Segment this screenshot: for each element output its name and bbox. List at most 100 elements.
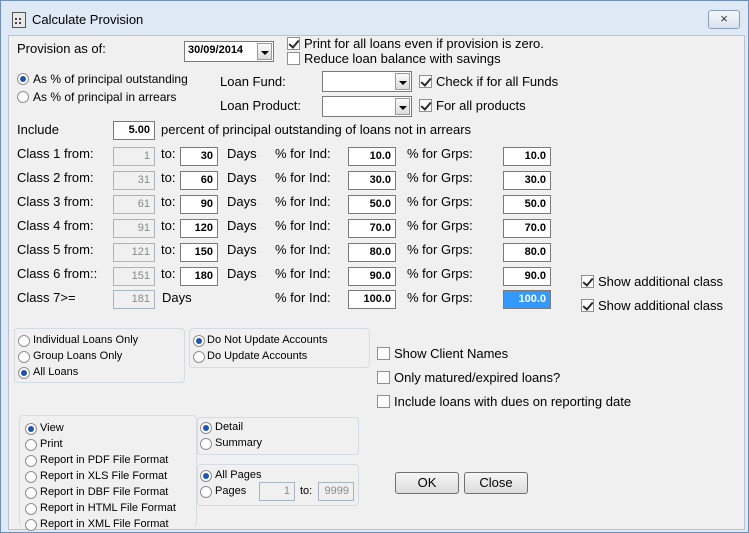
loan-product-combo[interactable]	[322, 96, 412, 117]
chevron-down-icon[interactable]	[395, 98, 410, 115]
close-icon[interactable]: ×	[708, 10, 740, 29]
class-grp-label: % for Grps:	[407, 170, 473, 185]
show-additional-class-1-checkbox[interactable]	[581, 275, 594, 288]
class-grp-input[interactable]: 50.0	[503, 195, 551, 214]
output-html-radio[interactable]	[25, 503, 37, 515]
class-ind-input[interactable]: 50.0	[348, 195, 396, 214]
basis-arrears-radio[interactable]	[17, 91, 29, 103]
class-grp-label: % for Grps:	[407, 242, 473, 257]
class-7-grp-input[interactable]: 100.0	[503, 290, 551, 309]
class-from-input[interactable]: 121	[113, 243, 155, 262]
no-update-accounts-radio[interactable]	[193, 335, 205, 347]
class-to-input[interactable]: 150	[180, 243, 218, 262]
all-loans-radio[interactable]	[18, 367, 30, 379]
summary-radio[interactable]	[200, 438, 212, 450]
class-from-input[interactable]: 1	[113, 147, 155, 166]
output-pdf-label: Report in PDF File Format	[40, 454, 169, 466]
class-7-from-input[interactable]: 181	[113, 290, 155, 309]
class-days-label: Days	[227, 146, 257, 161]
reduce-savings-label: Reduce loan balance with savings	[304, 51, 501, 66]
detail-radio[interactable]	[200, 422, 212, 434]
all-funds-checkbox[interactable]	[419, 75, 432, 88]
class-grp-label: % for Grps:	[407, 218, 473, 233]
include-suffix-label: percent of principal outstanding of loan…	[161, 122, 472, 137]
client-names-label: Show Client Names	[394, 346, 509, 361]
output-dbf-radio[interactable]	[25, 487, 37, 499]
class-ind-input[interactable]: 90.0	[348, 267, 396, 286]
class-from-input[interactable]: 61	[113, 195, 155, 214]
no-update-accounts-label: Do Not Update Accounts	[207, 334, 328, 346]
class-ind-label: % for Ind:	[275, 146, 331, 161]
class-to-input[interactable]: 90	[180, 195, 218, 214]
print-all-checkbox[interactable]	[287, 37, 300, 50]
client-names-checkbox[interactable]	[377, 347, 390, 360]
ok-button[interactable]: OK	[395, 472, 459, 494]
all-products-label: For all products	[436, 98, 526, 113]
output-print-label: Print	[40, 438, 63, 450]
class-grp-input[interactable]: 30.0	[503, 171, 551, 190]
class-row-label: Class 1 from:	[17, 146, 94, 161]
update-accounts-radio[interactable]	[193, 351, 205, 363]
loan-fund-combo[interactable]	[322, 71, 412, 92]
class-ind-label: % for Ind:	[275, 170, 331, 185]
class-ind-input[interactable]: 10.0	[348, 147, 396, 166]
class-grp-input[interactable]: 90.0	[503, 267, 551, 286]
matured-checkbox[interactable]	[377, 371, 390, 384]
class-row-label: Class 6 from::	[17, 266, 98, 281]
class-to-input[interactable]: 60	[180, 171, 218, 190]
class-to-label: to:	[161, 242, 176, 257]
class-to-label: to:	[161, 218, 176, 233]
show-additional-class-2-checkbox[interactable]	[581, 299, 594, 312]
chevron-down-icon[interactable]	[257, 43, 272, 60]
page-from-input[interactable]: 1	[259, 482, 295, 501]
class-from-input[interactable]: 151	[113, 267, 155, 286]
output-xls-radio[interactable]	[25, 471, 37, 483]
reduce-savings-checkbox[interactable]	[287, 52, 300, 65]
basis-outstanding-label: As % of principal outstanding	[33, 72, 188, 86]
individual-loans-label: Individual Loans Only	[33, 334, 139, 346]
class-from-input[interactable]: 91	[113, 219, 155, 238]
class-ind-input[interactable]: 70.0	[348, 219, 396, 238]
all-pages-radio[interactable]	[200, 470, 212, 482]
loan-fund-label: Loan Fund:	[220, 74, 286, 89]
dues-checkbox[interactable]	[377, 395, 390, 408]
output-xml-radio[interactable]	[25, 519, 37, 531]
class-to-input[interactable]: 120	[180, 219, 218, 238]
output-view-radio[interactable]	[25, 423, 37, 435]
close-button[interactable]: Close	[464, 472, 528, 494]
class-to-label: to:	[161, 266, 176, 281]
include-percent-input[interactable]: 5.00	[113, 121, 155, 140]
class-7-ind-input[interactable]: 100.0	[348, 290, 396, 309]
output-dbf-label: Report in DBF File Format	[40, 486, 169, 498]
calculator-icon	[12, 12, 26, 28]
class-grp-input[interactable]: 70.0	[503, 219, 551, 238]
class-ind-input[interactable]: 30.0	[348, 171, 396, 190]
basis-arrears-label: As % of principal in arrears	[33, 90, 177, 104]
class-7-ind-label: % for Ind:	[275, 290, 331, 305]
individual-loans-radio[interactable]	[18, 335, 30, 347]
update-accounts-label: Do Update Accounts	[207, 350, 308, 362]
class-grp-input[interactable]: 80.0	[503, 243, 551, 262]
page-range-radio[interactable]	[200, 486, 212, 498]
class-grp-input[interactable]: 10.0	[503, 147, 551, 166]
class-ind-input[interactable]: 80.0	[348, 243, 396, 262]
output-print-radio[interactable]	[25, 439, 37, 451]
class-grp-label: % for Grps:	[407, 194, 473, 209]
output-pdf-radio[interactable]	[25, 455, 37, 467]
show-additional-class-1-label: Show additional class	[598, 274, 724, 289]
title-bar: Calculate Provision ×	[1, 1, 748, 35]
detail-label: Detail	[215, 421, 244, 433]
chevron-down-icon[interactable]	[395, 73, 410, 90]
class-from-input[interactable]: 31	[113, 171, 155, 190]
class-to-label: to:	[161, 194, 176, 209]
all-funds-label: Check if for all Funds	[436, 74, 559, 89]
basis-outstanding-radio[interactable]	[17, 73, 29, 85]
all-products-checkbox[interactable]	[419, 99, 432, 112]
class-to-input[interactable]: 180	[180, 267, 218, 286]
loan-product-label: Loan Product:	[220, 98, 301, 113]
page-to-input[interactable]: 9999	[318, 482, 354, 501]
group-loans-radio[interactable]	[18, 351, 30, 363]
provision-date-combo[interactable]: 30/09/2014	[184, 41, 274, 62]
class-row-label: Class 5 from:	[17, 242, 94, 257]
class-to-input[interactable]: 30	[180, 147, 218, 166]
